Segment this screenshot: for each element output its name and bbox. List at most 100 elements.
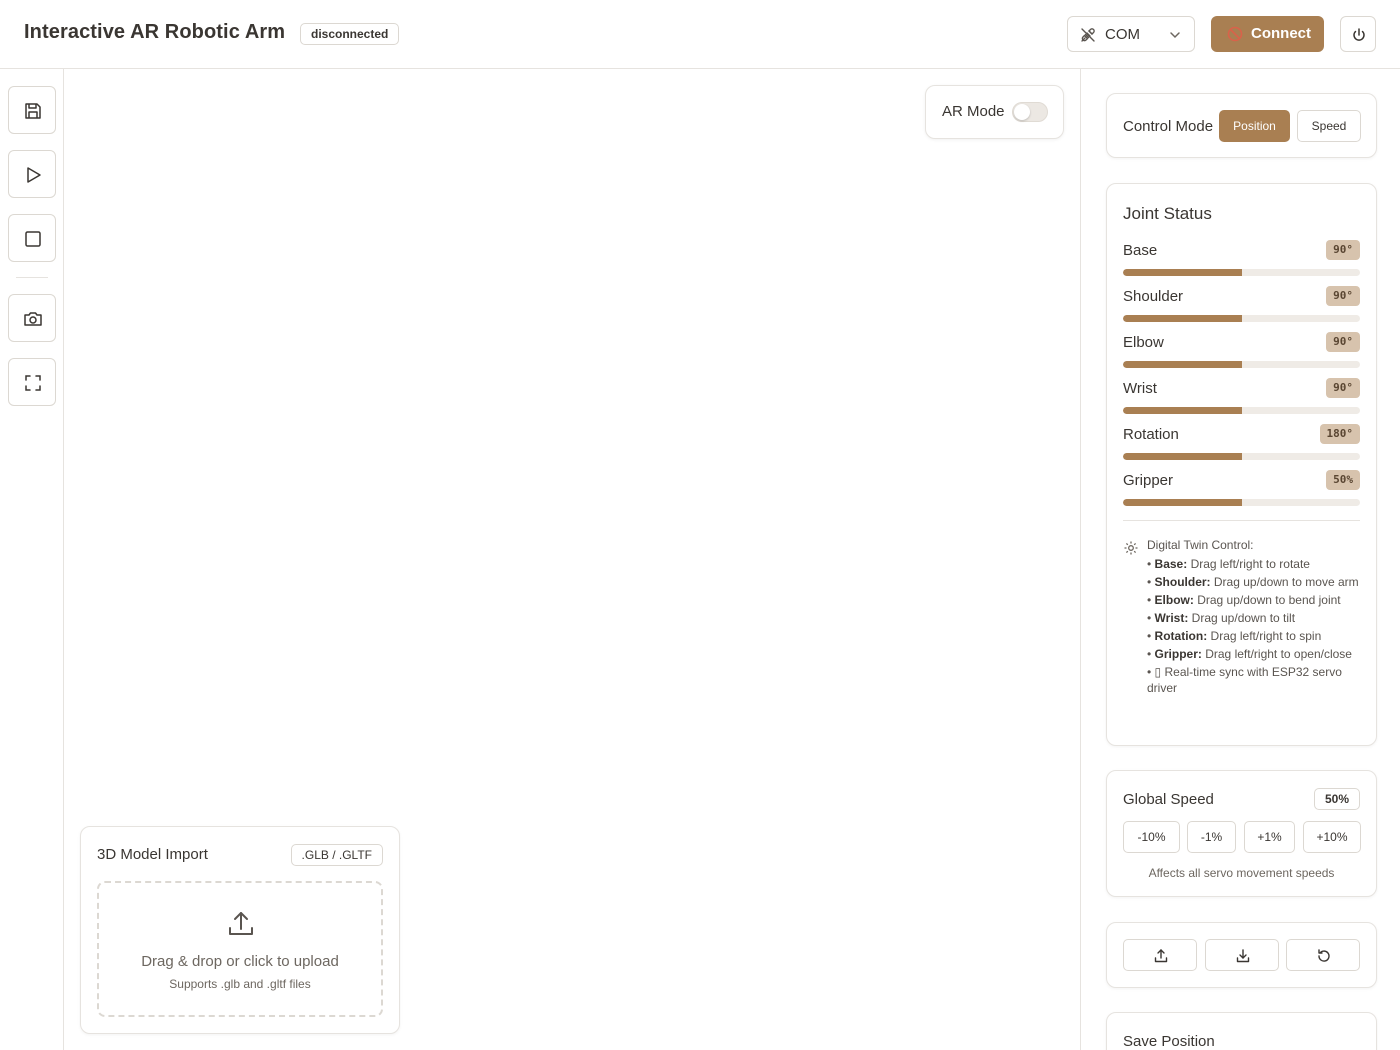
joint-row-elbow: Elbow 90°	[1123, 332, 1360, 374]
joint-value-badge: 90°	[1326, 240, 1360, 260]
model-import-card: 3D Model Import .GLB / .GLTF Drag & drop…	[80, 826, 400, 1034]
global-speed-note: Affects all servo movement speeds	[1148, 866, 1335, 880]
io-actions-card	[1106, 922, 1377, 988]
joint-name: Base	[1123, 242, 1158, 259]
joint-progress-fill	[1123, 361, 1242, 368]
connection-status-badge: disconnected	[300, 23, 400, 45]
help-item-text: Drag up/down to bend joint	[1193, 593, 1341, 607]
section-divider	[1123, 520, 1360, 521]
joint-progress-track[interactable]	[1123, 453, 1360, 460]
speed-plus-1-button[interactable]: +1%	[1244, 821, 1295, 853]
joint-row-gripper: Gripper 50%	[1123, 470, 1360, 512]
global-speed-title: Global Speed	[1123, 791, 1214, 808]
power-button[interactable]	[1340, 16, 1376, 52]
help-item: • Elbow: Drag up/down to bend joint	[1147, 593, 1341, 607]
chevron-down-icon	[1170, 32, 1180, 39]
fullscreen-icon	[25, 375, 41, 391]
joint-progress-track[interactable]	[1123, 315, 1360, 322]
joint-row-shoulder: Shoulder 90°	[1123, 286, 1360, 328]
help-item-text: Drag left/right to open/close	[1201, 647, 1352, 661]
stop-icon	[25, 231, 41, 247]
joint-value-badge: 180°	[1319, 424, 1360, 444]
mode-speed-button[interactable]: Speed	[1297, 110, 1361, 142]
help-item: • ▯ Real-time sync with ESP32 servo driv…	[1147, 665, 1342, 695]
upload-button[interactable]	[1123, 939, 1197, 971]
camera-button[interactable]	[8, 294, 56, 342]
dropzone-subtext: Supports .glb and .gltf files	[169, 977, 311, 991]
help-title: Digital Twin Control:	[1147, 538, 1254, 552]
joint-status-title: Joint Status	[1123, 204, 1212, 223]
camera-icon	[24, 312, 42, 326]
speed-minus-10-button[interactable]: -10%	[1123, 821, 1180, 853]
save-position-card: Save Position	[1106, 1012, 1377, 1050]
joint-name: Gripper	[1123, 472, 1174, 489]
control-mode-card: Control Mode Position Speed	[1106, 93, 1377, 158]
help-item-text: Drag up/down to move arm	[1210, 575, 1359, 589]
help-item-key: Gripper:	[1154, 647, 1202, 661]
play-icon	[27, 167, 41, 183]
fullscreen-button[interactable]	[8, 358, 56, 406]
app-title: Interactive AR Robotic Arm	[24, 21, 286, 43]
download-icon	[1236, 949, 1250, 963]
download-button[interactable]	[1205, 939, 1279, 971]
help-item: • Gripper: Drag left/right to open/close	[1147, 647, 1352, 661]
help-item-text: Drag left/right to spin	[1207, 629, 1322, 643]
control-mode-label: Control Mode	[1123, 118, 1214, 135]
joint-value-badge: 90°	[1326, 378, 1360, 398]
upload-dropzone[interactable]: Drag & drop or click to upload Supports …	[97, 881, 383, 1017]
help-item-key: Rotation:	[1154, 629, 1208, 643]
model-import-title: 3D Model Import	[97, 846, 208, 863]
help-item-key: Wrist:	[1154, 611, 1189, 625]
joint-progress-fill	[1123, 315, 1242, 322]
joint-value-badge: 50%	[1326, 470, 1360, 490]
save-button[interactable]	[8, 86, 56, 134]
joint-name: Shoulder	[1123, 288, 1184, 305]
help-item-text: ▯ Real-time sync with ESP32 servo driver	[1147, 665, 1342, 695]
port-select-value: COM	[1105, 26, 1140, 43]
control-panel: Control Mode Position Speed Joint Status…	[1080, 69, 1400, 1050]
joint-progress-track[interactable]	[1123, 499, 1360, 506]
toolbar-divider	[16, 277, 48, 278]
joint-progress-fill	[1123, 269, 1242, 276]
joint-value-badge: 90°	[1326, 332, 1360, 352]
joint-name: Elbow	[1123, 334, 1164, 351]
upload-icon	[229, 912, 253, 935]
joint-progress-track[interactable]	[1123, 269, 1360, 276]
reset-button[interactable]	[1286, 939, 1360, 971]
connect-button[interactable]: Connect	[1211, 16, 1324, 52]
port-select[interactable]: COM	[1067, 16, 1195, 52]
help-item-key: Base:	[1154, 557, 1188, 571]
joint-progress-track[interactable]	[1123, 407, 1360, 414]
connect-icon	[1227, 26, 1243, 42]
help-item-key: Elbow:	[1154, 593, 1194, 607]
toggle-knob	[1014, 104, 1030, 120]
help-list: • Base: Drag left/right to rotate • Shou…	[1147, 556, 1361, 698]
help-item-text: Drag left/right to rotate	[1187, 557, 1310, 571]
ar-mode-panel: AR Mode	[925, 85, 1064, 139]
stop-button[interactable]	[8, 214, 56, 262]
help-item-key: Shoulder:	[1154, 575, 1211, 589]
help-item-text: Drag up/down to tilt	[1188, 611, 1296, 625]
ar-mode-toggle[interactable]	[1012, 102, 1048, 122]
save-icon	[25, 103, 41, 119]
help-item: • Base: Drag left/right to rotate	[1147, 557, 1310, 571]
joint-progress-fill	[1123, 499, 1242, 506]
speed-minus-1-button[interactable]: -1%	[1187, 821, 1236, 853]
joint-progress-track[interactable]	[1123, 361, 1360, 368]
global-speed-value: 50%	[1313, 788, 1360, 810]
help-item: • Shoulder: Drag up/down to move arm	[1147, 575, 1359, 589]
plug-off-icon	[1081, 28, 1095, 42]
joint-value-badge: 90°	[1326, 286, 1360, 306]
speed-plus-10-button[interactable]: +10%	[1303, 821, 1361, 853]
reset-icon	[1318, 949, 1330, 962]
play-button[interactable]	[8, 150, 56, 198]
joint-row-base: Base 90°	[1123, 240, 1360, 282]
connect-button-label: Connect	[1251, 25, 1311, 42]
format-badge: .GLB / .GLTF	[290, 844, 383, 866]
top-bar: Interactive AR Robotic Arm disconnected …	[0, 0, 1400, 69]
dropzone-text: Drag & drop or click to upload	[141, 953, 339, 970]
upload-icon	[1154, 949, 1168, 963]
joint-row-rotation: Rotation 180°	[1123, 424, 1360, 466]
mode-position-button[interactable]: Position	[1219, 110, 1290, 142]
left-toolbar	[0, 69, 64, 1050]
